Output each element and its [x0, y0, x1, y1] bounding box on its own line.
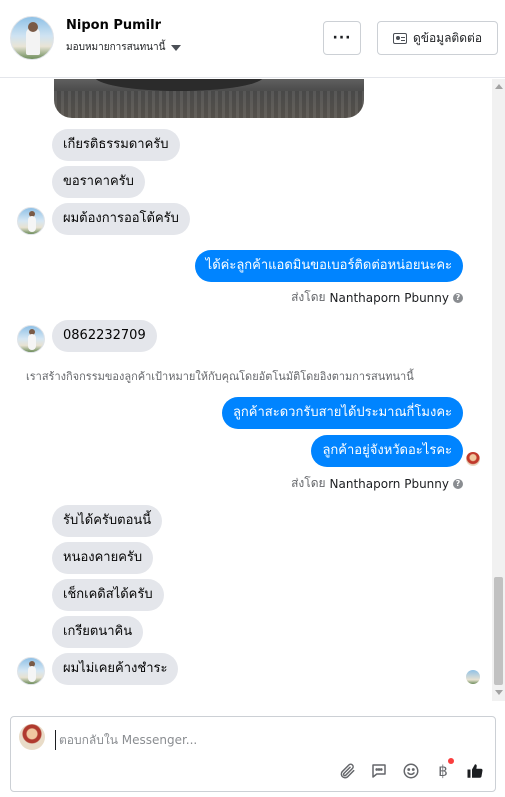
system-notice: เราสร้างกิจกรรมของลูกค้าเป้าหมายให้กับคุ…: [26, 370, 414, 383]
incoming-message[interactable]: รับได้ครับตอนนี้: [52, 505, 163, 537]
incoming-message[interactable]: 0862232709: [52, 320, 157, 352]
incoming-message[interactable]: เกียรติธรรมดาครับ: [52, 129, 180, 161]
emoji-button[interactable]: [401, 761, 421, 781]
reply-input[interactable]: [55, 730, 475, 750]
more-options-button[interactable]: ···: [323, 21, 361, 55]
like-button[interactable]: [465, 761, 485, 781]
read-receipt-avatar: [466, 452, 480, 466]
scroll-up-arrow[interactable]: [495, 84, 503, 89]
scroll-down-arrow[interactable]: [495, 690, 503, 695]
contact-avatar-small: [17, 325, 45, 353]
attach-file-button[interactable]: [337, 761, 357, 781]
caret-down-icon: [171, 44, 182, 51]
contact-card-icon: [392, 32, 407, 44]
assign-label: มอบหมายการสนทนานี้: [66, 42, 166, 53]
outgoing-message[interactable]: ลูกค้าอยู่จังหวัดอะไรคะ: [311, 435, 463, 467]
sender-name: Nanthaporn Pbunny: [329, 476, 449, 491]
seen-avatar: [466, 670, 480, 684]
contact-avatar[interactable]: [10, 16, 54, 60]
page-avatar: [19, 724, 45, 750]
view-contact-label: ดูข้อมูลติดต่อ: [412, 30, 483, 45]
incoming-message[interactable]: เช็กเคดิสได้ครับ: [52, 579, 164, 611]
reply-composer: ฿: [10, 716, 496, 792]
incoming-message[interactable]: หนองคายครับ: [52, 542, 154, 574]
help-icon[interactable]: ?: [453, 292, 463, 303]
shared-photo[interactable]: [54, 79, 364, 118]
chat-bubble-icon: [372, 764, 386, 778]
sent-by-label: ส่งโดย Nanthaporn Pbunny ?: [291, 474, 463, 493]
outgoing-message[interactable]: ได้ค่ะลูกค้าแอดมินขอเบอร์ติดต่อหน่อยนะคะ: [194, 250, 463, 282]
incoming-message[interactable]: เกรียตนาคิน: [52, 616, 144, 648]
sent-by-prefix: ส่งโดย: [291, 290, 326, 304]
incoming-message[interactable]: ผมต้องการออโต้ครับ: [52, 203, 190, 235]
saved-replies-button[interactable]: [369, 761, 389, 781]
payment-button[interactable]: ฿: [433, 758, 454, 781]
scrollbar-thumb[interactable]: [494, 577, 503, 685]
contact-name[interactable]: Nipon Pumilr: [66, 18, 161, 33]
scrollbar[interactable]: [492, 79, 505, 701]
outgoing-message[interactable]: ลูกค้าสะดวกรับสายได้ประมาณกี่โมงคะ: [221, 397, 463, 429]
composer-tools: ฿: [337, 758, 485, 781]
sent-by-label: ส่งโดย Nanthaporn Pbunny ?: [291, 288, 463, 307]
message-thread[interactable]: เกียรติธรรมดาครับ ขอราคาครับ ผมต้องการออ…: [0, 79, 492, 701]
thumbs-up-icon: [467, 764, 483, 778]
incoming-message[interactable]: ผมไม่เคยค้างชำระ: [52, 653, 179, 685]
view-contact-button[interactable]: ดูข้อมูลติดต่อ: [377, 21, 498, 55]
notification-dot: [447, 758, 454, 764]
smiley-icon: [403, 763, 419, 779]
baht-icon: ฿: [438, 758, 454, 780]
help-icon[interactable]: ?: [453, 478, 463, 489]
sent-by-prefix: ส่งโดย: [291, 476, 326, 490]
sender-name: Nanthaporn Pbunny: [329, 290, 449, 305]
contact-avatar-small: [17, 207, 45, 235]
incoming-message[interactable]: ขอราคาครับ: [52, 166, 145, 198]
paperclip-icon: [340, 763, 355, 779]
assign-conversation-dropdown[interactable]: มอบหมายการสนทนานี้: [66, 40, 182, 55]
contact-avatar-small: [17, 657, 45, 685]
conversation-header: Nipon Pumilr มอบหมายการสนทนานี้ ··· ดูข้…: [0, 0, 505, 78]
